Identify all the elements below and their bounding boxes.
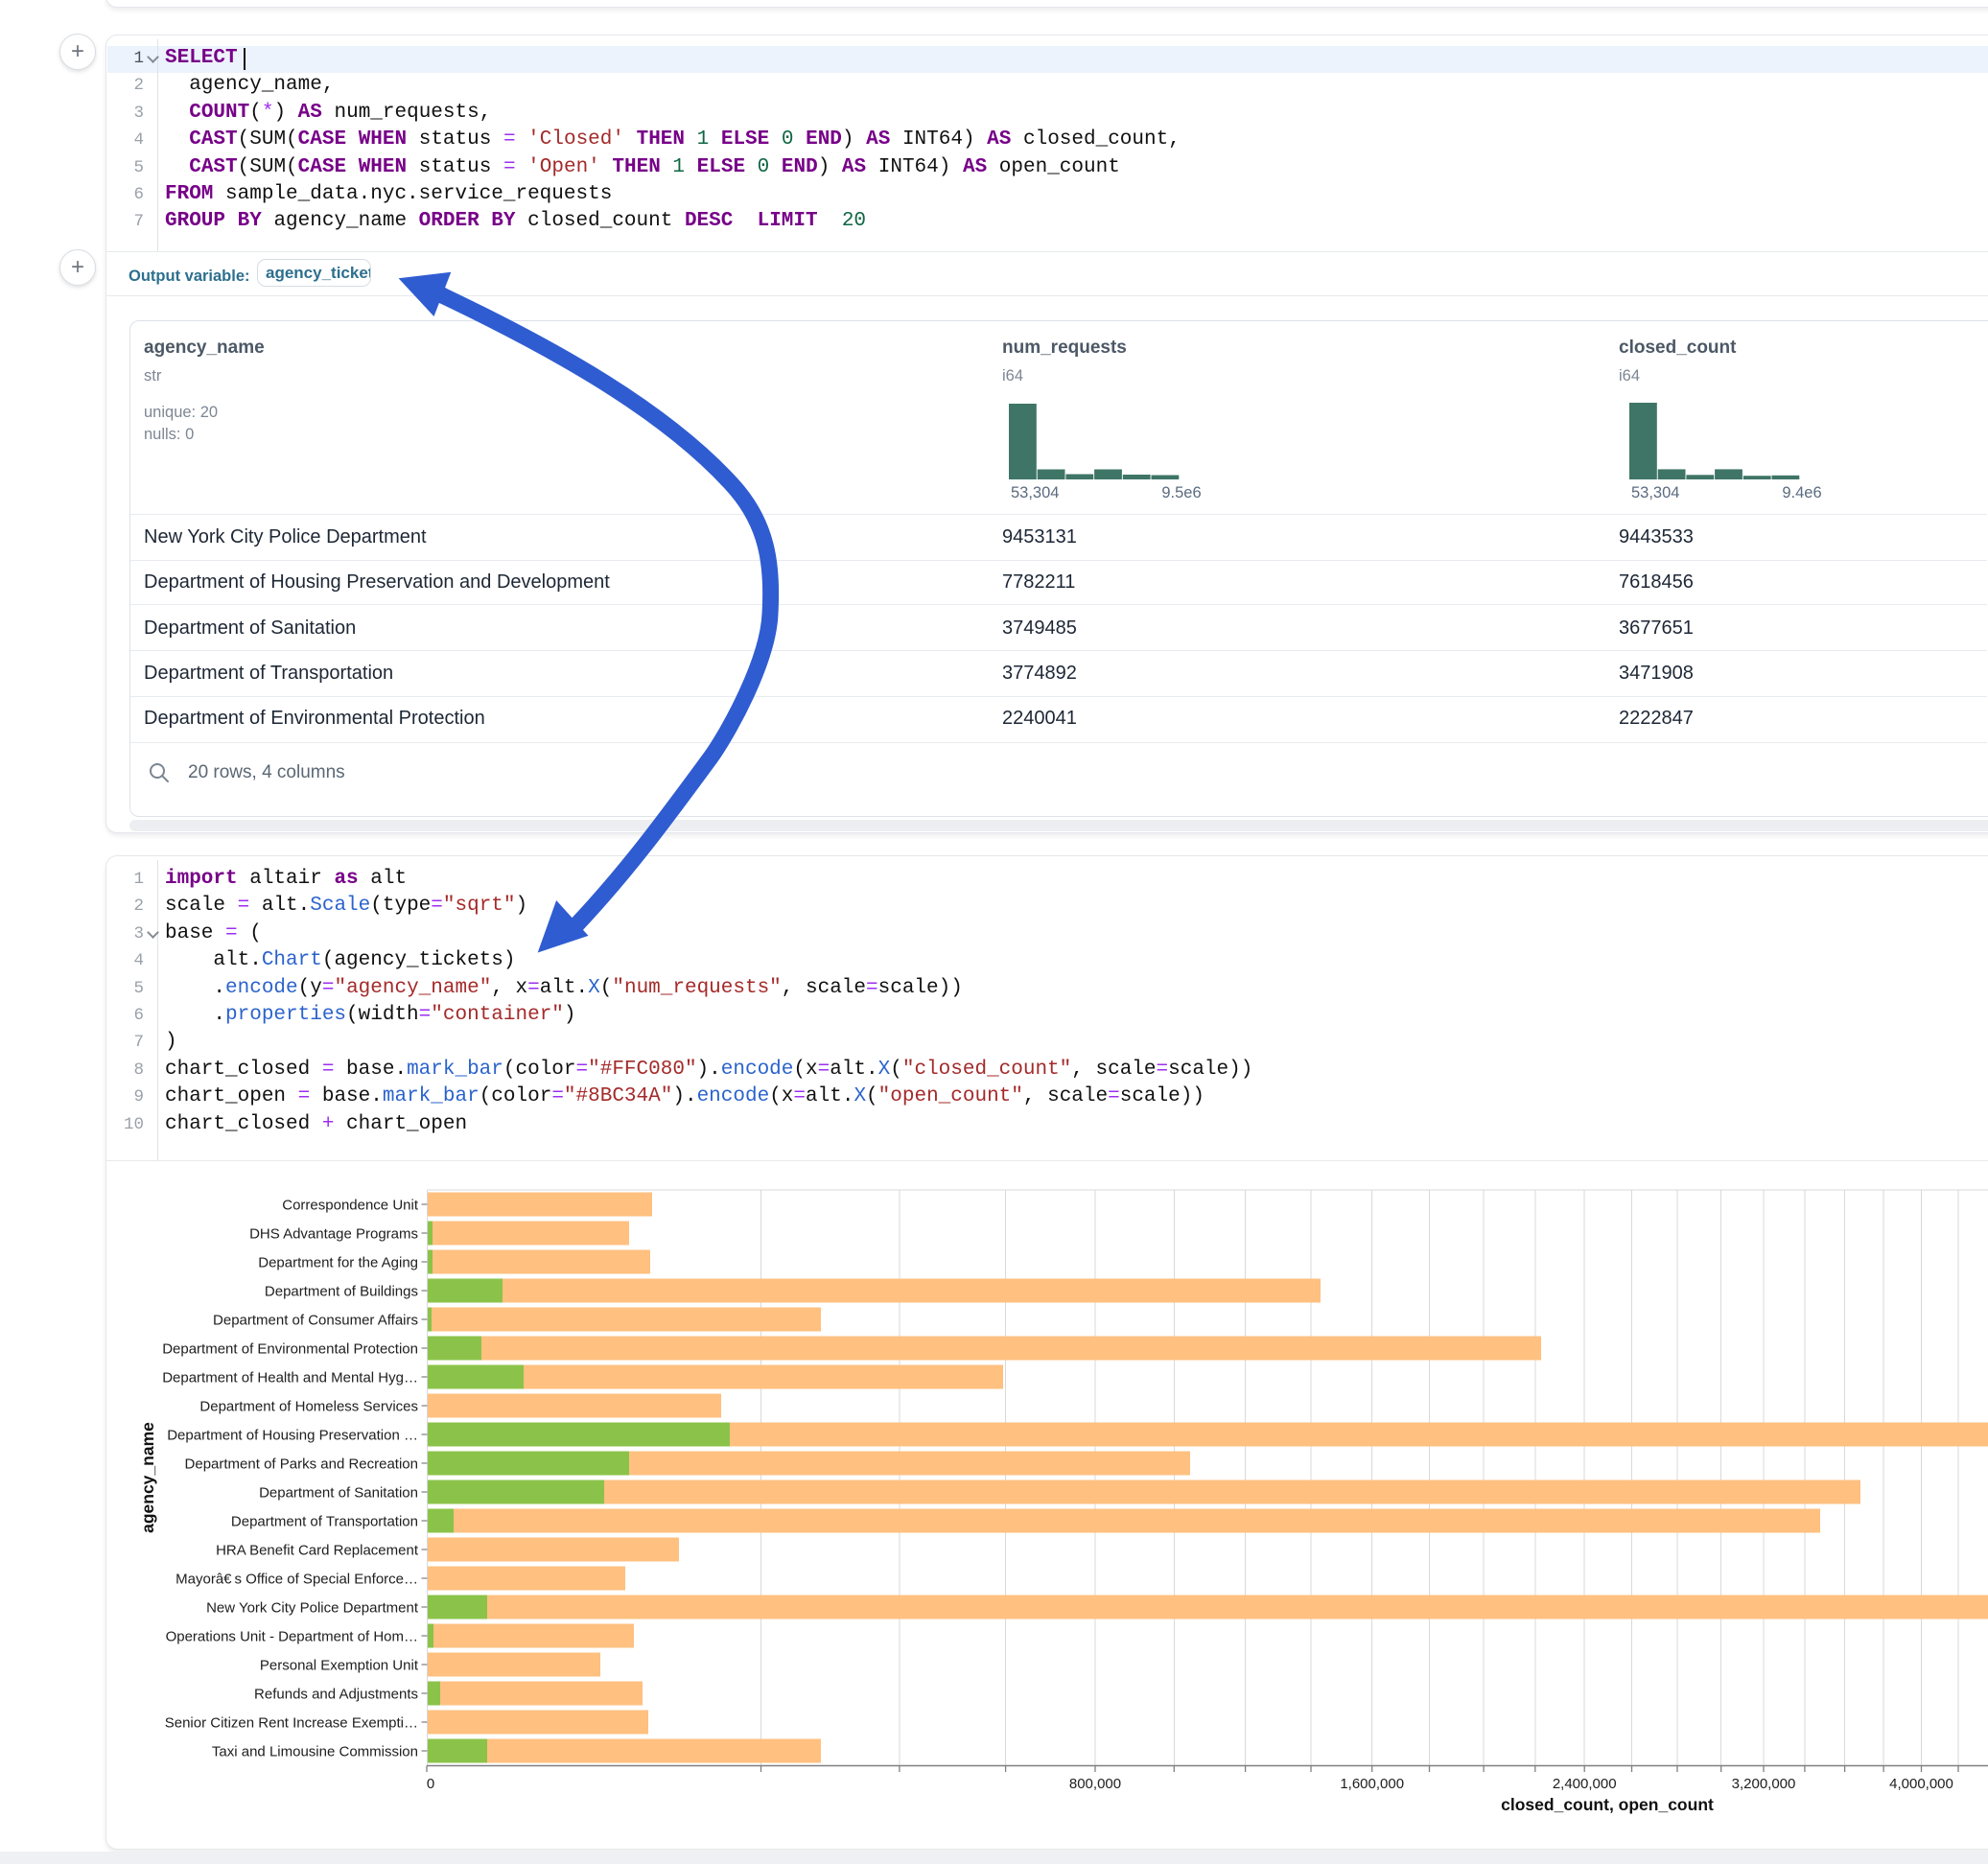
svg-text:Senior Citizen Rent Increase E: Senior Citizen Rent Increase Exempti… — [165, 1715, 418, 1732]
svg-text:DHS Advantage Programs: DHS Advantage Programs — [249, 1226, 418, 1243]
svg-text:Department of Consumer Affairs: Department of Consumer Affairs — [213, 1313, 418, 1329]
svg-text:Department for the Aging: Department for the Aging — [258, 1255, 418, 1271]
svg-text:Taxi and Limousine Commission: Taxi and Limousine Commission — [212, 1744, 418, 1760]
svg-text:3,200,000: 3,200,000 — [1732, 1776, 1796, 1792]
svg-text:Department of Housing Preserva: Department of Housing Preservation … — [167, 1428, 418, 1444]
svg-text:800,000: 800,000 — [1069, 1776, 1121, 1792]
svg-text:Department of Buildings: Department of Buildings — [265, 1284, 418, 1300]
svg-text:Department of Sanitation: Department of Sanitation — [259, 1485, 418, 1502]
svg-text:Department of Parks and Recrea: Department of Parks and Recreation — [185, 1456, 418, 1473]
svg-text:New York City Police Departmen: New York City Police Department — [206, 1600, 419, 1617]
svg-text:1,600,000: 1,600,000 — [1340, 1776, 1404, 1792]
svg-text:Refunds and Adjustments: Refunds and Adjustments — [254, 1687, 418, 1703]
svg-text:HRA Benefit Card Replacement: HRA Benefit Card Replacement — [216, 1543, 419, 1559]
svg-text:4,000,000: 4,000,000 — [1889, 1776, 1953, 1792]
svg-text:Operations Unit - Department o: Operations Unit - Department of Hom… — [166, 1629, 418, 1645]
svg-text:Correspondence Unit: Correspondence Unit — [282, 1198, 419, 1214]
svg-text:Department of Transportation: Department of Transportation — [231, 1514, 418, 1530]
svg-text:closed_count, open_count: closed_count, open_count — [1501, 1795, 1714, 1814]
svg-text:0: 0 — [427, 1776, 434, 1792]
svg-text:agency_name: agency_name — [138, 1422, 157, 1533]
svg-text:Mayorâ€ s Office of Special En: Mayorâ€ s Office of Special Enforce… — [175, 1572, 418, 1588]
svg-text:Personal Exemption Unit: Personal Exemption Unit — [260, 1658, 419, 1674]
svg-text:Department of Health and Menta: Department of Health and Mental Hyg… — [162, 1370, 418, 1386]
svg-text:Department of Environmental Pr: Department of Environmental Protection — [162, 1341, 418, 1358]
svg-text:2,400,000: 2,400,000 — [1553, 1776, 1617, 1792]
svg-text:Department of Homeless Service: Department of Homeless Services — [199, 1399, 418, 1415]
